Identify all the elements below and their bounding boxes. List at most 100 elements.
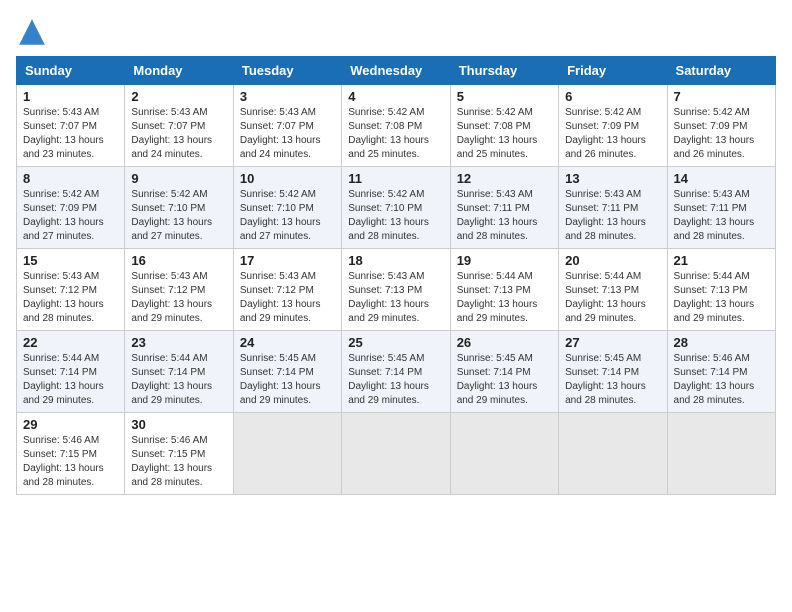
day-info: Sunrise: 5:45 AM Sunset: 7:14 PM Dayligh… — [348, 352, 443, 408]
day-info: Sunrise: 5:42 AM Sunset: 7:09 PM Dayligh… — [565, 106, 660, 162]
calendar-cell: 22 Sunrise: 5:44 AM Sunset: 7:14 PM Dayli… — [17, 331, 125, 413]
day-number: 28 — [674, 335, 769, 350]
day-info: Sunrise: 5:45 AM Sunset: 7:14 PM Dayligh… — [565, 352, 660, 408]
calendar-cell: 11 Sunrise: 5:42 AM Sunset: 7:10 PM Dayli… — [342, 167, 450, 249]
day-info: Sunrise: 5:42 AM Sunset: 7:10 PM Dayligh… — [131, 188, 226, 244]
calendar-cell — [342, 413, 450, 495]
calendar-cell: 13Sunrise: 5:43 AM Sunset: 7:11 PM Dayli… — [559, 167, 667, 249]
calendar-header-monday: Monday — [125, 57, 233, 85]
calendar-cell: 30 Sunrise: 5:46 AM Sunset: 7:15 PM Dayli… — [125, 413, 233, 495]
calendar-cell: 7 Sunrise: 5:42 AM Sunset: 7:09 PM Daylig… — [667, 85, 775, 167]
calendar-cell — [233, 413, 341, 495]
day-number: 3 — [240, 89, 335, 104]
day-info: Sunrise: 5:43 AM Sunset: 7:11 PM Dayligh… — [457, 188, 552, 244]
calendar-body: 1 Sunrise: 5:43 AM Sunset: 7:07 PM Daylig… — [17, 85, 776, 495]
calendar-header-row: SundayMondayTuesdayWednesdayThursdayFrid… — [17, 57, 776, 85]
calendar-cell: 29 Sunrise: 5:46 AM Sunset: 7:15 PM Dayli… — [17, 413, 125, 495]
day-number: 16 — [131, 253, 226, 268]
day-number: 18 — [348, 253, 443, 268]
day-info: Sunrise: 5:45 AM Sunset: 7:14 PM Dayligh… — [457, 352, 552, 408]
day-info: Sunrise: 5:42 AM Sunset: 7:09 PM Dayligh… — [674, 106, 769, 162]
calendar-cell: 9 Sunrise: 5:42 AM Sunset: 7:10 PM Daylig… — [125, 167, 233, 249]
calendar-cell: 25 Sunrise: 5:45 AM Sunset: 7:14 PM Dayli… — [342, 331, 450, 413]
calendar-table: SundayMondayTuesdayWednesdayThursdayFrid… — [16, 56, 776, 495]
day-info: Sunrise: 5:43 AM Sunset: 7:13 PM Dayligh… — [348, 270, 443, 326]
logo-icon — [16, 16, 48, 48]
calendar-cell: 6 Sunrise: 5:42 AM Sunset: 7:09 PM Daylig… — [559, 85, 667, 167]
calendar-cell: 28Sunrise: 5:46 AM Sunset: 7:14 PM Dayli… — [667, 331, 775, 413]
calendar-header-wednesday: Wednesday — [342, 57, 450, 85]
calendar-cell — [450, 413, 558, 495]
calendar-cell: 10 Sunrise: 5:42 AM Sunset: 7:10 PM Dayli… — [233, 167, 341, 249]
calendar-header-thursday: Thursday — [450, 57, 558, 85]
day-info: Sunrise: 5:44 AM Sunset: 7:14 PM Dayligh… — [131, 352, 226, 408]
day-info: Sunrise: 5:43 AM Sunset: 7:12 PM Dayligh… — [23, 270, 118, 326]
day-number: 9 — [131, 171, 226, 186]
day-number: 7 — [674, 89, 769, 104]
calendar-cell: 1 Sunrise: 5:43 AM Sunset: 7:07 PM Daylig… — [17, 85, 125, 167]
day-number: 4 — [348, 89, 443, 104]
calendar-cell: 14 Sunrise: 5:43 AM Sunset: 7:11 PM Dayli… — [667, 167, 775, 249]
day-info: Sunrise: 5:42 AM Sunset: 7:10 PM Dayligh… — [240, 188, 335, 244]
day-info: Sunrise: 5:43 AM Sunset: 7:12 PM Dayligh… — [131, 270, 226, 326]
day-info: Sunrise: 5:44 AM Sunset: 7:14 PM Dayligh… — [23, 352, 118, 408]
calendar-cell: 2 Sunrise: 5:43 AM Sunset: 7:07 PM Daylig… — [125, 85, 233, 167]
calendar-cell: 3Sunrise: 5:43 AM Sunset: 7:07 PM Daylig… — [233, 85, 341, 167]
day-number: 10 — [240, 171, 335, 186]
day-number: 27 — [565, 335, 660, 350]
day-info: Sunrise: 5:44 AM Sunset: 7:13 PM Dayligh… — [457, 270, 552, 326]
day-number: 25 — [348, 335, 443, 350]
calendar-cell: 17 Sunrise: 5:43 AM Sunset: 7:12 PM Dayli… — [233, 249, 341, 331]
day-number: 17 — [240, 253, 335, 268]
calendar-cell: 15Sunrise: 5:43 AM Sunset: 7:12 PM Dayli… — [17, 249, 125, 331]
calendar-header-friday: Friday — [559, 57, 667, 85]
calendar-header-saturday: Saturday — [667, 57, 775, 85]
calendar-week-4: 22 Sunrise: 5:44 AM Sunset: 7:14 PM Dayli… — [17, 331, 776, 413]
calendar-cell: 20 Sunrise: 5:44 AM Sunset: 7:13 PM Dayli… — [559, 249, 667, 331]
calendar-week-3: 15Sunrise: 5:43 AM Sunset: 7:12 PM Dayli… — [17, 249, 776, 331]
day-number: 12 — [457, 171, 552, 186]
calendar-header-tuesday: Tuesday — [233, 57, 341, 85]
day-number: 8 — [23, 171, 118, 186]
calendar-cell: 19Sunrise: 5:44 AM Sunset: 7:13 PM Dayli… — [450, 249, 558, 331]
calendar-cell: 26Sunrise: 5:45 AM Sunset: 7:14 PM Dayli… — [450, 331, 558, 413]
day-number: 30 — [131, 417, 226, 432]
day-number: 5 — [457, 89, 552, 104]
day-number: 1 — [23, 89, 118, 104]
day-number: 20 — [565, 253, 660, 268]
calendar-cell — [559, 413, 667, 495]
day-info: Sunrise: 5:42 AM Sunset: 7:08 PM Dayligh… — [457, 106, 552, 162]
day-number: 2 — [131, 89, 226, 104]
calendar-cell: 23 Sunrise: 5:44 AM Sunset: 7:14 PM Dayli… — [125, 331, 233, 413]
day-info: Sunrise: 5:46 AM Sunset: 7:15 PM Dayligh… — [23, 434, 118, 490]
day-info: Sunrise: 5:44 AM Sunset: 7:13 PM Dayligh… — [565, 270, 660, 326]
calendar-cell: 24Sunrise: 5:45 AM Sunset: 7:14 PM Dayli… — [233, 331, 341, 413]
day-number: 24 — [240, 335, 335, 350]
calendar-cell: 18 Sunrise: 5:43 AM Sunset: 7:13 PM Dayli… — [342, 249, 450, 331]
calendar-cell: 5 Sunrise: 5:42 AM Sunset: 7:08 PM Daylig… — [450, 85, 558, 167]
logo — [16, 16, 52, 48]
day-info: Sunrise: 5:43 AM Sunset: 7:11 PM Dayligh… — [674, 188, 769, 244]
day-info: Sunrise: 5:44 AM Sunset: 7:13 PM Dayligh… — [674, 270, 769, 326]
calendar-cell: 16 Sunrise: 5:43 AM Sunset: 7:12 PM Dayli… — [125, 249, 233, 331]
day-number: 14 — [674, 171, 769, 186]
day-number: 22 — [23, 335, 118, 350]
calendar-cell: 4Sunrise: 5:42 AM Sunset: 7:08 PM Daylig… — [342, 85, 450, 167]
day-info: Sunrise: 5:43 AM Sunset: 7:07 PM Dayligh… — [131, 106, 226, 162]
day-number: 6 — [565, 89, 660, 104]
day-info: Sunrise: 5:42 AM Sunset: 7:09 PM Dayligh… — [23, 188, 118, 244]
calendar-cell: 21Sunrise: 5:44 AM Sunset: 7:13 PM Dayli… — [667, 249, 775, 331]
day-number: 11 — [348, 171, 443, 186]
day-info: Sunrise: 5:43 AM Sunset: 7:12 PM Dayligh… — [240, 270, 335, 326]
day-number: 29 — [23, 417, 118, 432]
calendar-cell: 8 Sunrise: 5:42 AM Sunset: 7:09 PM Daylig… — [17, 167, 125, 249]
calendar-cell: 27 Sunrise: 5:45 AM Sunset: 7:14 PM Dayli… — [559, 331, 667, 413]
day-info: Sunrise: 5:42 AM Sunset: 7:10 PM Dayligh… — [348, 188, 443, 244]
day-info: Sunrise: 5:43 AM Sunset: 7:11 PM Dayligh… — [565, 188, 660, 244]
day-info: Sunrise: 5:46 AM Sunset: 7:15 PM Dayligh… — [131, 434, 226, 490]
calendar-week-2: 8 Sunrise: 5:42 AM Sunset: 7:09 PM Daylig… — [17, 167, 776, 249]
calendar-week-1: 1 Sunrise: 5:43 AM Sunset: 7:07 PM Daylig… — [17, 85, 776, 167]
day-info: Sunrise: 5:43 AM Sunset: 7:07 PM Dayligh… — [23, 106, 118, 162]
calendar-week-5: 29 Sunrise: 5:46 AM Sunset: 7:15 PM Dayli… — [17, 413, 776, 495]
day-number: 23 — [131, 335, 226, 350]
